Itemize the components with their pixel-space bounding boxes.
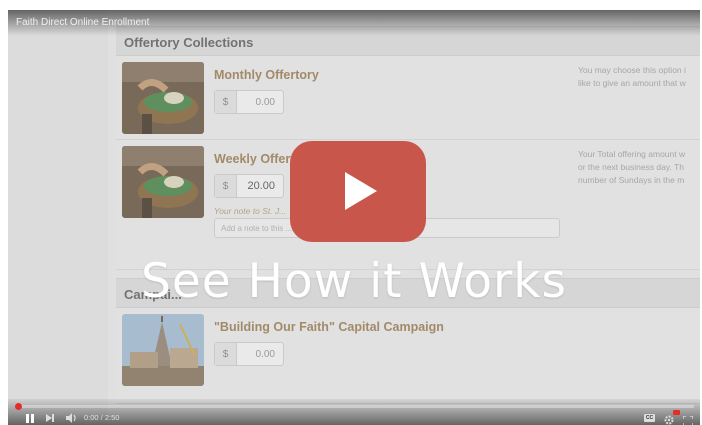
pause-icon[interactable] [26,412,36,424]
overlay-caption: See How it Works [140,254,567,309]
play-icon [345,172,377,210]
video-title-bar: Faith Direct Online Enrollment [8,10,700,36]
next-icon[interactable] [46,412,54,424]
progress-scrubber[interactable] [15,403,22,410]
hd-badge [673,410,680,415]
video-title[interactable]: Faith Direct Online Enrollment [16,17,149,28]
play-button[interactable] [290,141,426,242]
player-controls: 0:00 / 2:50 CC [8,399,700,425]
fullscreen-icon[interactable] [682,413,694,425]
time-display: 0:00 / 2:50 [84,413,120,422]
volume-icon[interactable] [66,412,78,424]
captions-button[interactable]: CC [644,414,655,422]
progress-bar[interactable] [15,403,694,410]
video-player[interactable]: Offertory Collections Monthly Offertory … [8,10,700,425]
